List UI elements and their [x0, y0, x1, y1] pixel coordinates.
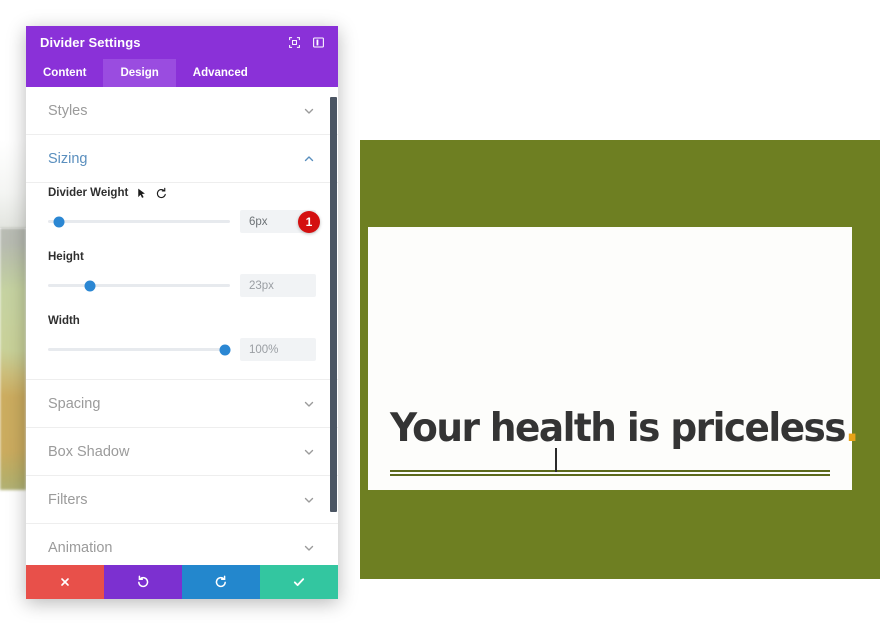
sizing-panel: Divider Weight 6px 1 Height 23px Width 1…	[26, 183, 338, 380]
section-animation[interactable]: Animation	[26, 524, 338, 565]
undo-button[interactable]	[104, 565, 182, 599]
chevron-up-icon	[302, 152, 316, 166]
section-spacing[interactable]: Spacing	[26, 380, 338, 428]
editor-screen: Your health is priceless. Divider Settin…	[0, 0, 880, 623]
height-value[interactable]: 23px	[240, 274, 316, 297]
field-divider-weight: Divider Weight 6px 1	[48, 185, 320, 233]
height-label-row: Height	[48, 249, 316, 265]
divider-weight-label-row: Divider Weight	[48, 185, 316, 201]
divider-line	[390, 470, 830, 476]
step-badge-1: 1	[298, 210, 320, 233]
slider-track	[48, 284, 230, 287]
height-label: Height	[48, 251, 84, 263]
width-value[interactable]: 100%	[240, 338, 316, 361]
divider-module[interactable]	[390, 448, 830, 478]
section-filters[interactable]: Filters	[26, 476, 338, 524]
slider-track	[48, 220, 230, 223]
text-caret	[555, 448, 557, 472]
undo-icon	[136, 575, 150, 589]
slider-knob[interactable]	[53, 216, 65, 227]
section-spacing-label: Spacing	[48, 395, 101, 412]
reset-icon[interactable]	[155, 187, 168, 200]
modal-title: Divider Settings	[40, 35, 141, 50]
field-height: Height 23px	[48, 249, 316, 297]
width-slider[interactable]	[48, 343, 231, 357]
section-box-shadow[interactable]: Box Shadow	[26, 428, 338, 476]
divider-settings-modal: Divider Settings Content Design Advanced	[26, 26, 338, 599]
section-sizing[interactable]: Sizing	[26, 135, 338, 183]
section-styles[interactable]: Styles	[26, 87, 338, 135]
headline-text: Your health is priceless	[390, 406, 847, 451]
modal-body: Styles Sizing Divider Weight 6px 1 Heigh…	[26, 87, 338, 565]
chevron-down-icon	[302, 445, 316, 459]
scrollbar-thumb[interactable]	[330, 97, 337, 512]
slider-knob[interactable]	[219, 344, 231, 355]
content-card: Your health is priceless.	[368, 227, 859, 490]
checkmark-icon	[292, 575, 306, 589]
modal-scrollbar[interactable]	[329, 87, 338, 565]
section-sizing-label: Sizing	[48, 150, 88, 167]
page-background-top	[0, 140, 26, 228]
section-styles-label: Styles	[48, 102, 88, 119]
redo-button[interactable]	[182, 565, 260, 599]
divider-weight-label: Divider Weight	[48, 187, 129, 199]
section-box-shadow-label: Box Shadow	[48, 443, 130, 460]
chevron-down-icon	[302, 541, 316, 555]
page-headline: Your health is priceless.	[390, 406, 859, 451]
slider-knob[interactable]	[84, 280, 96, 291]
width-label-row: Width	[48, 313, 316, 329]
section-animation-label: Animation	[48, 539, 113, 556]
modal-footer	[26, 565, 338, 599]
save-button[interactable]	[260, 565, 338, 599]
width-control-row: 100%	[48, 338, 316, 361]
height-slider[interactable]	[48, 279, 230, 293]
chevron-down-icon	[302, 397, 316, 411]
height-control-row: 23px	[48, 274, 316, 297]
tab-advanced[interactable]: Advanced	[176, 59, 265, 87]
expand-icon[interactable]	[284, 33, 304, 53]
field-width: Width 100%	[48, 313, 316, 361]
close-icon	[59, 576, 71, 588]
background-photo	[0, 228, 26, 490]
tab-design[interactable]: Design	[103, 59, 176, 87]
divider-weight-slider[interactable]	[48, 215, 230, 229]
headline-period: .	[845, 406, 859, 451]
chevron-down-icon	[302, 493, 316, 507]
cancel-button[interactable]	[26, 565, 104, 599]
cursor-pointer-icon	[135, 187, 148, 200]
layout-panel-icon[interactable]	[308, 33, 328, 53]
modal-header: Divider Settings	[26, 26, 338, 59]
chevron-down-icon	[302, 104, 316, 118]
redo-icon	[214, 575, 228, 589]
divider-weight-control-row: 6px 1	[48, 210, 320, 233]
slider-track	[48, 348, 230, 351]
width-label: Width	[48, 315, 80, 327]
tab-content[interactable]: Content	[26, 59, 103, 87]
section-filters-label: Filters	[48, 491, 88, 508]
modal-tabbar: Content Design Advanced	[26, 59, 338, 87]
